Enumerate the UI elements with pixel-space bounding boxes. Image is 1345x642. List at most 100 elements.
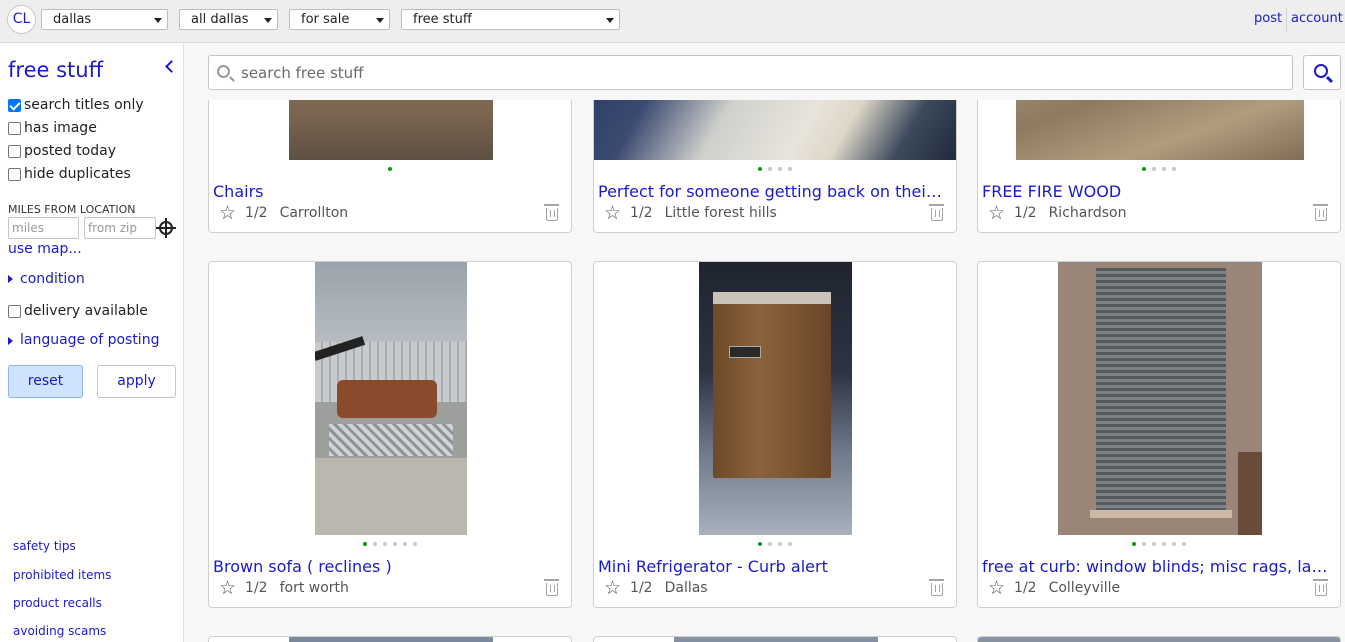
listing-title[interactable]: Chairs (213, 182, 561, 201)
image-dots (209, 542, 571, 548)
checkbox[interactable] (8, 98, 21, 112)
listing-card[interactable] (593, 636, 957, 642)
miles-input[interactable]: miles (8, 217, 79, 239)
filter-label: search titles only (24, 97, 144, 113)
listing-card[interactable]: Chairs ☆ 1/2 Carrollton (208, 100, 572, 233)
search-button[interactable] (1303, 55, 1341, 90)
listing-image[interactable] (315, 262, 467, 535)
apply-button[interactable]: apply (97, 365, 176, 398)
listing-image[interactable] (674, 637, 878, 642)
language-toggle[interactable]: language of posting (20, 332, 159, 348)
listing-meta: ☆ 1/2 fort worth (219, 579, 349, 598)
listing-image[interactable] (1058, 262, 1262, 535)
listing-title[interactable]: Mini Refrigerator - Curb alert (598, 557, 946, 576)
listing-card[interactable]: Brown sofa ( reclines ) ☆ 1/2 fort worth (208, 261, 572, 608)
safety-tips-link[interactable]: safety tips (13, 539, 76, 553)
post-link[interactable]: post (1254, 11, 1282, 26)
listing-card[interactable] (208, 636, 572, 642)
search-input[interactable]: search free stuff (208, 55, 1293, 90)
image-count: 1/2 (630, 205, 653, 221)
prohibited-items-link[interactable]: prohibited items (13, 568, 111, 582)
listing-meta: ☆ 1/2 Richardson (988, 204, 1126, 223)
search-icon (217, 65, 230, 78)
listing-meta: ☆ 1/2 Dallas (604, 579, 708, 598)
checkbox[interactable] (8, 167, 21, 181)
zip-input[interactable]: from zip (84, 217, 156, 239)
trash-icon[interactable] (544, 579, 559, 596)
trash-icon[interactable] (929, 579, 944, 596)
listing-image[interactable] (289, 637, 493, 642)
listing-image[interactable] (594, 100, 956, 160)
image-dots (594, 167, 956, 173)
trash-icon[interactable] (544, 204, 559, 221)
miles-input-placeholder: miles (12, 221, 44, 235)
listing-location: Carrollton (279, 205, 349, 221)
listing-title[interactable]: FREE FIRE WOOD (982, 182, 1330, 201)
location-select[interactable]: dallas (41, 9, 168, 30)
account-link[interactable]: account (1291, 11, 1343, 26)
image-dots (978, 167, 1340, 173)
top-bar: CL dallas all dallas for sale free stuff… (0, 0, 1345, 43)
expand-triangle-icon[interactable] (8, 337, 13, 345)
filter-hide-duplicates[interactable]: hide duplicates (8, 166, 131, 182)
chevron-down-icon (376, 18, 384, 23)
use-map-link[interactable]: use map... (8, 241, 82, 257)
listing-image[interactable] (699, 262, 852, 535)
image-count: 1/2 (245, 205, 268, 221)
filter-posted-today[interactable]: posted today (8, 143, 116, 159)
zip-input-placeholder: from zip (88, 221, 137, 235)
listing-image[interactable] (1016, 100, 1304, 160)
listing-meta: ☆ 1/2 Colleyville (988, 579, 1121, 598)
filter-label: hide duplicates (24, 166, 131, 182)
header-divider (1286, 7, 1287, 33)
listing-image[interactable] (978, 637, 1340, 642)
star-icon[interactable]: ☆ (219, 579, 236, 598)
collapse-sidebar-icon[interactable] (165, 60, 178, 73)
category-select[interactable]: for sale (289, 9, 390, 30)
listing-card[interactable]: FREE FIRE WOOD ☆ 1/2 Richardson (977, 100, 1341, 233)
filter-has-image[interactable]: has image (8, 120, 97, 136)
condition-toggle[interactable]: condition (20, 271, 85, 287)
checkbox[interactable] (8, 121, 21, 135)
listing-card[interactable]: Perfect for someone getting back on thei… (593, 100, 957, 233)
sidebar-title: free stuff (8, 58, 104, 82)
star-icon[interactable]: ☆ (988, 579, 1005, 598)
listing-title[interactable]: Brown sofa ( reclines ) (213, 557, 561, 576)
checkbox[interactable] (8, 304, 21, 318)
filter-delivery-available[interactable]: delivery available (8, 303, 148, 319)
image-dots (594, 542, 956, 548)
trash-icon[interactable] (929, 204, 944, 221)
image-count: 1/2 (1014, 580, 1037, 596)
chevron-down-icon (154, 18, 162, 23)
subcategory-select-value: free stuff (413, 12, 472, 27)
search-placeholder: search free stuff (241, 64, 364, 82)
listing-location: Colleyville (1048, 580, 1121, 596)
image-count: 1/2 (1014, 205, 1037, 221)
subcategory-select[interactable]: free stuff (401, 9, 620, 30)
trash-icon[interactable] (1313, 579, 1328, 596)
reset-button[interactable]: reset (8, 365, 83, 398)
listing-card[interactable] (977, 636, 1341, 642)
area-select-value: all dallas (191, 12, 249, 27)
filter-label: posted today (24, 143, 116, 159)
listing-image[interactable] (289, 100, 493, 160)
filter-search-titles-only[interactable]: search titles only (8, 97, 144, 113)
listing-location: Little forest hills (664, 205, 777, 221)
product-recalls-link[interactable]: product recalls (13, 596, 102, 610)
locate-me-icon[interactable] (156, 218, 176, 238)
listing-title[interactable]: free at curb: window blinds; misc rags, … (982, 557, 1330, 576)
avoiding-scams-link[interactable]: avoiding scams (13, 624, 106, 638)
location-select-value: dallas (53, 12, 92, 27)
area-select[interactable]: all dallas (179, 9, 278, 30)
checkbox[interactable] (8, 144, 21, 158)
listing-card[interactable]: free at curb: window blinds; misc rags, … (977, 261, 1341, 608)
star-icon[interactable]: ☆ (988, 204, 1005, 223)
craigslist-logo[interactable]: CL (7, 5, 36, 34)
trash-icon[interactable] (1313, 204, 1328, 221)
star-icon[interactable]: ☆ (219, 204, 236, 223)
expand-triangle-icon[interactable] (8, 275, 13, 283)
star-icon[interactable]: ☆ (604, 579, 621, 598)
listing-card[interactable]: Mini Refrigerator - Curb alert ☆ 1/2 Dal… (593, 261, 957, 608)
listing-title[interactable]: Perfect for someone getting back on thei… (598, 182, 946, 201)
star-icon[interactable]: ☆ (604, 204, 621, 223)
